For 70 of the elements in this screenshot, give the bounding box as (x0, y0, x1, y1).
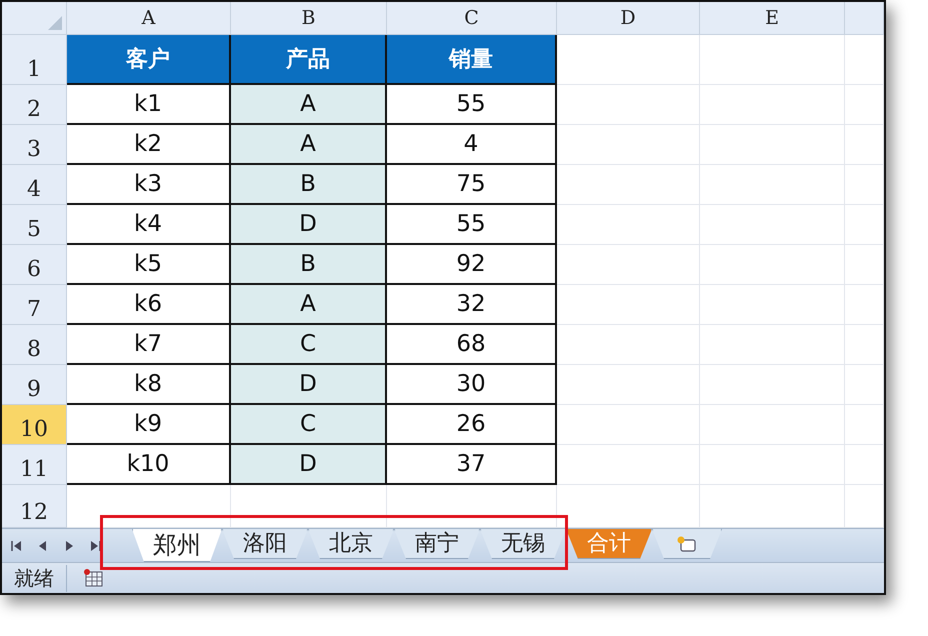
row-header[interactable]: 12 (2, 485, 67, 528)
column-header[interactable]: E (700, 2, 845, 35)
sheet-tab[interactable]: 郑州 (132, 529, 222, 562)
table-cell: 30 (387, 365, 557, 405)
table-cell: k4 (67, 205, 231, 245)
empty-cell (845, 245, 884, 285)
sheet-tab[interactable]: 南宁 (394, 529, 480, 559)
empty-cell (845, 365, 884, 405)
status-text: 就绪 (2, 564, 67, 592)
table-cell: 55 (387, 85, 557, 125)
row-header[interactable]: 9 (2, 365, 67, 405)
row-header[interactable]: 3 (2, 125, 67, 165)
empty-cell (845, 445, 884, 485)
table-header-cell: 产品 (231, 35, 387, 85)
table-cell: 55 (387, 205, 557, 245)
table-cell: k7 (67, 325, 231, 365)
empty-cell (845, 125, 884, 165)
table-cell: A (231, 285, 387, 325)
empty-cell (845, 205, 884, 245)
row-header[interactable]: 8 (2, 325, 67, 365)
empty-cell (845, 85, 884, 125)
table-header-cell: 销量 (387, 35, 557, 85)
table-cell: D (231, 365, 387, 405)
column-header[interactable]: A (67, 2, 231, 35)
table-cell: k6 (67, 285, 231, 325)
table-cell: A (231, 125, 387, 165)
row-header[interactable]: 7 (2, 285, 67, 325)
table-cell: 37 (387, 445, 557, 485)
row-header[interactable]: 1 (2, 35, 67, 85)
sheet-tab[interactable]: 无锡 (480, 529, 566, 559)
table-header-cell: 客户 (67, 35, 231, 85)
table-cell: D (231, 445, 387, 485)
table-cell: 4 (387, 125, 557, 165)
table-cell: 68 (387, 325, 557, 365)
table-cell: k3 (67, 165, 231, 205)
table-cell: B (231, 245, 387, 285)
empty-cell (845, 165, 884, 205)
table-cell: A (231, 85, 387, 125)
empty-cell (845, 405, 884, 445)
last-sheet-icon[interactable] (88, 540, 102, 552)
table-cell: k8 (67, 365, 231, 405)
corner-triangle-icon (48, 16, 62, 30)
sheet-tab[interactable]: 洛阳 (222, 529, 308, 559)
table-cell: C (231, 325, 387, 365)
table-cell: C (231, 405, 387, 445)
table-cell: 26 (387, 405, 557, 445)
column-header[interactable]: B (231, 2, 387, 35)
row-header[interactable]: 4 (2, 165, 67, 205)
row-header[interactable]: 10 (2, 405, 67, 445)
table-cell: k1 (67, 85, 231, 125)
empty-cell (845, 325, 884, 365)
first-sheet-icon[interactable] (10, 540, 24, 552)
table-cell: 32 (387, 285, 557, 325)
table-cell: k2 (67, 125, 231, 165)
table-cell: 75 (387, 165, 557, 205)
table-cell: 92 (387, 245, 557, 285)
column-header[interactable]: C (387, 2, 557, 35)
table-cell: k10 (67, 445, 231, 485)
empty-cell (845, 285, 884, 325)
table-cell: k5 (67, 245, 231, 285)
column-header[interactable]: D (557, 2, 700, 35)
macro-record-icon[interactable] (83, 568, 105, 588)
row-header[interactable]: 5 (2, 205, 67, 245)
row-header[interactable]: 2 (2, 85, 67, 125)
sheet-tab[interactable]: 北京 (308, 529, 394, 559)
table-cell: D (231, 205, 387, 245)
row-header[interactable]: 6 (2, 245, 67, 285)
row-header[interactable]: 11 (2, 445, 67, 485)
table-cell: B (231, 165, 387, 205)
table-cell: k9 (67, 405, 231, 445)
